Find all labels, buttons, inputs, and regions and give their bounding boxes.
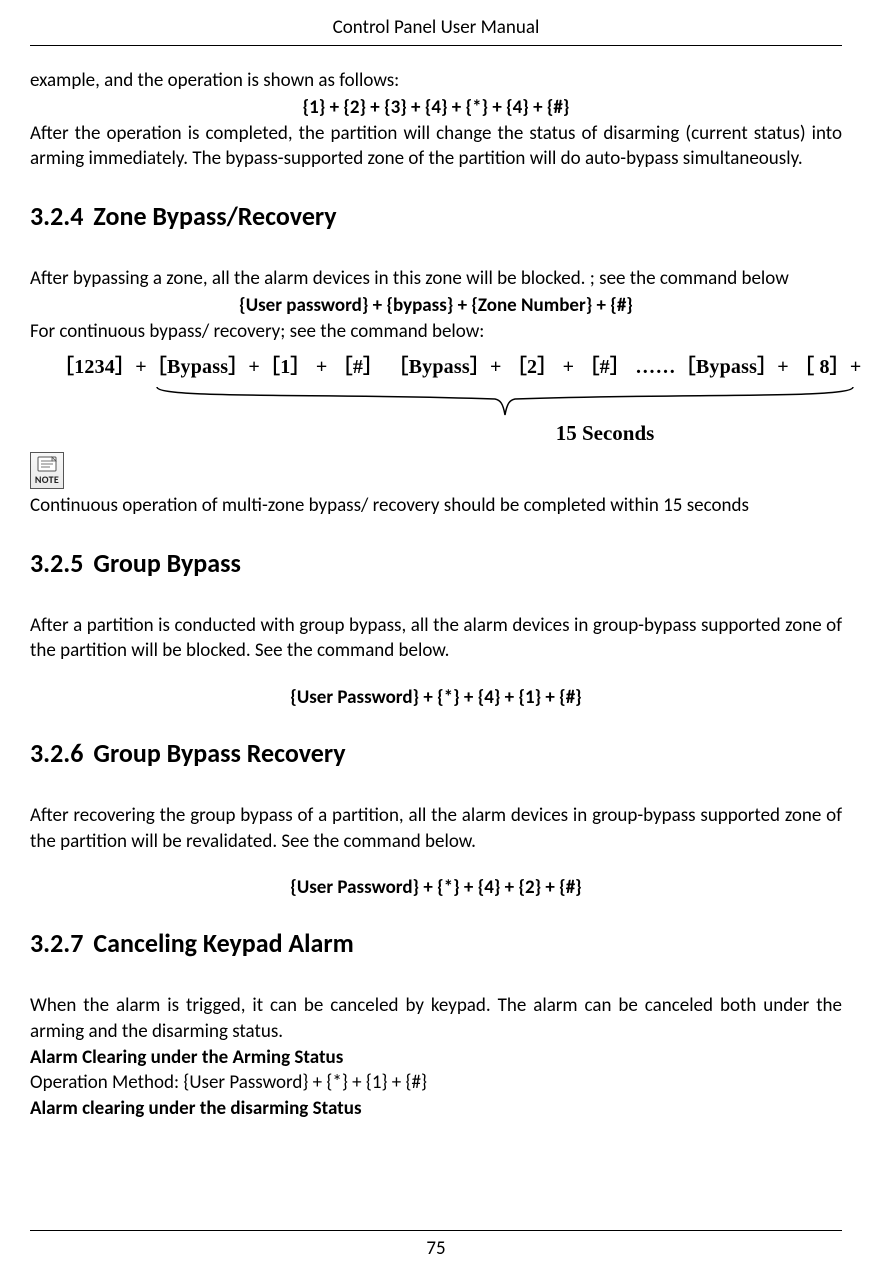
section-title: Group Bypass Recovery xyxy=(93,737,345,769)
intro-text-2: After the operation is completed, the pa… xyxy=(30,121,842,172)
seconds-label: 15 Seconds xyxy=(30,421,842,446)
s325-text: After a partition is conducted with grou… xyxy=(30,613,842,664)
section-num: 3.2.6 xyxy=(30,737,83,769)
s327-text-1: When the alarm is trigged, it can be can… xyxy=(30,993,842,1044)
continuous-bypass-formula: ［1234］+［Bypass］+［1］ + ［#］ ［Bypass］+ ［2］ … xyxy=(30,350,842,379)
section-title: Group Bypass xyxy=(93,547,240,579)
page-number: 75 xyxy=(0,1237,872,1260)
note-page-icon xyxy=(32,455,62,473)
note-icon: NOTE xyxy=(30,452,842,489)
s324-note-text: Continuous operation of multi-zone bypas… xyxy=(30,493,842,519)
page-footer: 75 xyxy=(0,1230,872,1260)
section-title: Zone Bypass/Recovery xyxy=(93,200,336,232)
section-num: 3.2.7 xyxy=(30,927,83,959)
section-3-2-4-heading: 3.2.4 Zone Bypass/Recovery xyxy=(30,200,842,232)
intro-text-1: example, and the operation is shown as f… xyxy=(30,68,842,94)
s324-command: {User password} + {bypass} + {Zone Numbe… xyxy=(30,294,842,317)
s327-sub1: Alarm Clearing under the Arming Status xyxy=(30,1045,842,1071)
note-label: NOTE xyxy=(32,473,62,486)
s325-command: {User Password} + {*} + {4} + {1} + {#} xyxy=(30,686,842,709)
s324-text-2: For continuous bypass/ recovery; see the… xyxy=(30,319,842,345)
s327-sub2: Alarm clearing under the disarming Statu… xyxy=(30,1096,842,1122)
s327-operation: Operation Method: {User Password} + {*} … xyxy=(30,1070,842,1096)
s326-command: {User Password} + {*} + {4} + {2} + {#} xyxy=(30,876,842,899)
s324-text-1: After bypassing a zone, all the alarm de… xyxy=(30,266,842,292)
brace-diagram xyxy=(30,385,842,417)
s326-text: After recovering the group bypass of a p… xyxy=(30,803,842,854)
section-3-2-6-heading: 3.2.6 Group Bypass Recovery xyxy=(30,737,842,769)
section-3-2-5-heading: 3.2.5 Group Bypass xyxy=(30,547,842,579)
formula-text: ［1234］+［Bypass］+［1］ + ［#］ ［Bypass］+ ［2］ … xyxy=(54,356,872,378)
page-header: Control Panel User Manual xyxy=(30,16,842,46)
section-num: 3.2.5 xyxy=(30,547,83,579)
section-3-2-7-heading: 3.2.7 Canceling Keypad Alarm xyxy=(30,927,842,959)
section-title: Canceling Keypad Alarm xyxy=(93,927,353,959)
intro-formula: {1} + {2} + {3} + {4} + {*} + {4} + {#} xyxy=(30,96,842,119)
section-num: 3.2.4 xyxy=(30,200,83,232)
curly-brace-icon xyxy=(155,385,855,417)
